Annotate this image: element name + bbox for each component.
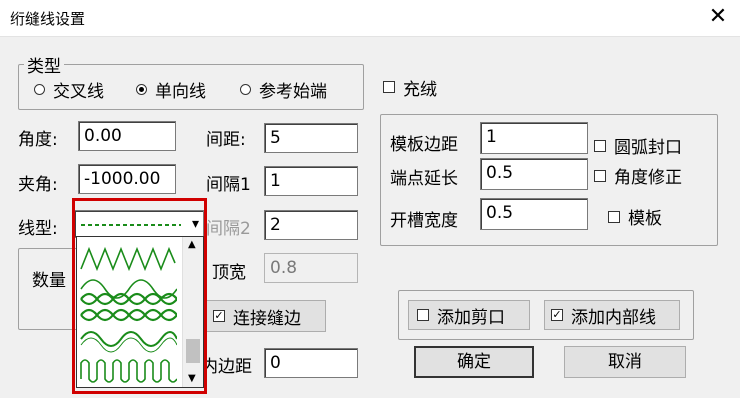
radio-single-line-indicator[interactable] (136, 83, 147, 95)
top-width-label: 顶宽 (212, 263, 246, 283)
angle-fix-box[interactable] (594, 169, 606, 182)
slot-width-input[interactable]: 0.5 (480, 198, 588, 230)
interval2-label: 间隔2 (206, 219, 251, 239)
radio-cross-line-indicator[interactable] (34, 83, 45, 95)
radio-reference-start-indicator[interactable] (240, 83, 251, 95)
interval2-input[interactable]: 2 (264, 210, 358, 240)
fill-checkbox[interactable]: 充绒 (383, 75, 437, 100)
add-inner-line-label: 添加内部线 (571, 307, 656, 328)
inner-margin-label: 边距 (218, 357, 252, 377)
pinch-angle-input[interactable]: -1000.00 (78, 164, 176, 194)
connect-seam-button[interactable]: ✓ 连接缝边 (204, 300, 326, 332)
fill-checkbox-box[interactable] (383, 81, 395, 93)
inner-margin-input[interactable]: 0 (264, 348, 358, 378)
radio-single-line-label: 单向线 (155, 81, 206, 102)
template-margin-label: 模板边距 (390, 135, 458, 155)
fill-checkbox-label: 充绒 (403, 79, 437, 100)
radio-cross-line[interactable]: 交叉线 (34, 78, 104, 102)
add-cut-label: 添加剪口 (437, 307, 505, 328)
top-width-input[interactable]: 0.8 (264, 253, 358, 283)
arc-seal-box[interactable] (594, 139, 606, 152)
arc-seal-checkbox[interactable]: 圆弧封口 (594, 133, 682, 158)
angle-input[interactable]: 0.00 (78, 121, 176, 151)
radio-reference-start-label: 参考始端 (259, 81, 327, 102)
add-cut-checkbox[interactable] (417, 309, 429, 321)
pinch-angle-label: 夹角: (18, 175, 58, 195)
template-margin-input[interactable]: 1 (480, 122, 588, 154)
angle-fix-checkbox[interactable]: 角度修正 (594, 163, 682, 188)
template-checkbox[interactable]: 模板 (608, 204, 662, 229)
cancel-button[interactable]: 取消 (564, 346, 686, 378)
endpoint-extend-label: 端点延长 (390, 169, 458, 189)
interval1-input[interactable]: 1 (264, 166, 358, 196)
add-cut-button[interactable]: 添加剪口 (408, 300, 530, 330)
angle-fix-label: 角度修正 (614, 168, 682, 188)
angle-label: 角度: (18, 130, 58, 150)
add-inner-line-button[interactable]: ✓ 添加内部线 (544, 300, 680, 330)
line-type-label: 线型: (18, 219, 58, 239)
connect-seam-label: 连接缝边 (233, 308, 301, 329)
spacing-input[interactable]: 5 (264, 123, 358, 153)
add-inner-line-checkbox[interactable]: ✓ (551, 309, 563, 321)
highlight-frame (72, 198, 207, 394)
ok-button[interactable]: 确定 (414, 346, 534, 378)
radio-reference-start[interactable]: 参考始端 (240, 78, 327, 102)
interval1-label: 间隔1 (206, 175, 251, 195)
slot-width-label: 开槽宽度 (390, 211, 458, 231)
connect-seam-checkbox[interactable]: ✓ (213, 310, 225, 322)
radio-single-line[interactable]: 单向线 (136, 78, 206, 102)
type-group-label: 类型 (24, 52, 64, 77)
endpoint-extend-input[interactable]: 0.5 (480, 158, 588, 190)
title-bar: 绗缝线设置 ✕ (0, 0, 740, 37)
close-icon[interactable]: ✕ (706, 3, 730, 31)
window-title: 绗缝线设置 (10, 10, 86, 28)
arc-seal-label: 圆弧封口 (614, 138, 682, 158)
count-label: 数量 (32, 271, 66, 291)
template-box[interactable] (608, 210, 620, 223)
spacing-label: 间距: (206, 130, 246, 150)
radio-cross-line-label: 交叉线 (53, 81, 104, 102)
template-label: 模板 (628, 209, 662, 229)
